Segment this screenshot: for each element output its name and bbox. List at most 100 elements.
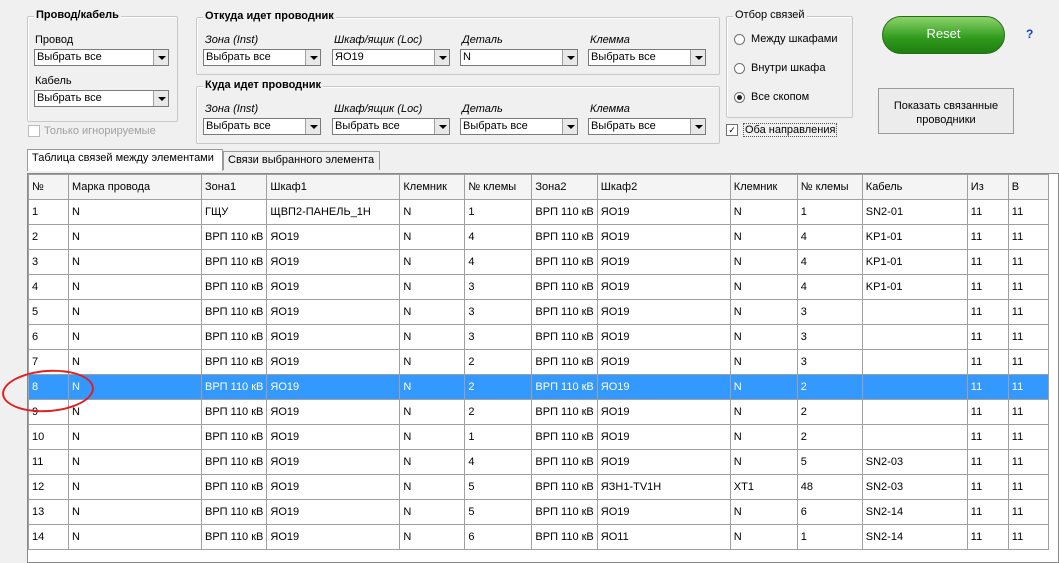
table-cell[interactable]: N xyxy=(729,449,798,475)
table-cell[interactable]: KP1-01 xyxy=(861,274,968,300)
table-cell[interactable]: SN2-03 xyxy=(861,449,968,475)
table-cell[interactable]: 10 xyxy=(28,424,69,450)
table-cell[interactable]: ВРП 110 кВ xyxy=(200,424,268,450)
table-cell[interactable]: 11 xyxy=(1007,524,1049,550)
table-cell[interactable]: ЯО19 xyxy=(596,499,731,525)
table-cell[interactable]: 11 xyxy=(966,249,1009,275)
table-cell[interactable]: ВРП 110 кВ xyxy=(200,299,268,325)
table-cell[interactable]: 11 xyxy=(1007,474,1049,500)
table-cell[interactable]: ЯО19 xyxy=(596,399,731,425)
table-cell[interactable]: 2 xyxy=(796,424,863,450)
reset-button[interactable]: Reset xyxy=(882,16,1005,54)
table-row[interactable]: 10 N ВРП 110 кВ ЯО19 N 1 ВРП 110 кВ ЯО19 N 2 11 11 xyxy=(28,424,1049,450)
table-cell[interactable]: ЯО19 xyxy=(266,524,401,550)
table-cell[interactable]: 2 xyxy=(464,349,533,375)
to-zone-select[interactable]: Выбрать все xyxy=(203,118,321,135)
col-header[interactable]: Зона2 xyxy=(531,174,598,200)
table-cell[interactable]: ВРП 110 кВ xyxy=(531,224,598,250)
table-cell[interactable]: N xyxy=(729,349,798,375)
table-cell[interactable]: N xyxy=(68,249,202,275)
table-cell[interactable]: 5 xyxy=(796,449,863,475)
table-cell[interactable]: ВРП 110 кВ xyxy=(531,399,598,425)
chevron-down-icon[interactable] xyxy=(562,119,577,134)
table-cell[interactable]: ВРП 110 кВ xyxy=(200,224,268,250)
table-cell[interactable]: 2 xyxy=(796,399,863,425)
col-header[interactable]: Из xyxy=(966,174,1009,200)
table-cell[interactable]: 11 xyxy=(1007,399,1049,425)
table-cell[interactable]: ВРП 110 кВ xyxy=(531,449,598,475)
table-cell[interactable]: KP1-01 xyxy=(861,249,968,275)
table-cell[interactable]: 6 xyxy=(464,524,533,550)
table-cell[interactable]: 2 xyxy=(796,374,863,400)
table-cell[interactable]: ЯО19 xyxy=(596,199,731,225)
table-cell[interactable]: ЯО19 xyxy=(266,299,401,325)
table-cell[interactable]: ЯО19 xyxy=(596,224,731,250)
show-linked-button[interactable]: Показать связанные проводники xyxy=(878,88,1014,134)
table-cell[interactable]: 11 xyxy=(966,224,1009,250)
table-cell[interactable]: ЯО19 xyxy=(596,249,731,275)
table-cell[interactable]: ВРП 110 кВ xyxy=(531,374,598,400)
table-cell[interactable]: ЯО19 xyxy=(266,374,401,400)
table-cell[interactable]: ЯО11 xyxy=(596,524,731,550)
table-cell[interactable]: N xyxy=(68,224,202,250)
table-cell[interactable]: ВРП 110 кВ xyxy=(200,524,268,550)
table-cell[interactable]: 11 xyxy=(966,274,1009,300)
table-cell[interactable]: ВРП 110 кВ xyxy=(200,374,268,400)
table-cell[interactable]: 48 xyxy=(796,474,863,500)
table-cell[interactable]: N xyxy=(68,349,202,375)
table-cell[interactable]: N xyxy=(68,299,202,325)
table-cell[interactable]: SN2-14 xyxy=(861,499,968,525)
table-cell[interactable]: N xyxy=(729,199,798,225)
table-cell[interactable]: 4 xyxy=(464,249,533,275)
table-cell[interactable] xyxy=(861,324,968,350)
table-cell[interactable]: N xyxy=(729,499,798,525)
table-cell[interactable]: 5 xyxy=(464,474,533,500)
table-cell[interactable]: 11 xyxy=(1007,299,1049,325)
table-cell[interactable]: ЯО19 xyxy=(266,324,401,350)
table-cell[interactable]: 3 xyxy=(464,324,533,350)
table-cell[interactable]: ЯО19 xyxy=(596,449,731,475)
table-cell[interactable]: 5 xyxy=(28,299,69,325)
table-cell[interactable]: ЯО19 xyxy=(266,449,401,475)
to-cab-select[interactable]: Выбрать все xyxy=(332,118,450,135)
table-cell[interactable]: N xyxy=(729,324,798,350)
table-cell[interactable]: SN2-14 xyxy=(861,524,968,550)
table-cell[interactable]: N xyxy=(399,524,466,550)
table-cell[interactable]: ЯО19 xyxy=(266,399,401,425)
table-cell[interactable]: ВРП 110 кВ xyxy=(200,349,268,375)
table-cell[interactable]: 11 xyxy=(966,349,1009,375)
chevron-down-icon[interactable] xyxy=(690,119,705,134)
table-cell[interactable]: ВРП 110 кВ xyxy=(531,474,598,500)
table-cell[interactable]: 1 xyxy=(28,199,69,225)
table-cell[interactable]: 6 xyxy=(28,324,69,350)
table-cell[interactable]: ЯО19 xyxy=(596,424,731,450)
table-cell[interactable]: ВРП 110 кВ xyxy=(531,499,598,525)
col-header[interactable]: Клемник xyxy=(729,174,798,200)
chevron-down-icon[interactable] xyxy=(434,50,449,65)
col-header[interactable]: Кабель xyxy=(861,174,968,200)
both-directions-checkbox[interactable]: ✓ xyxy=(726,124,738,136)
table-cell[interactable]: 11 xyxy=(1007,224,1049,250)
table-cell[interactable]: N xyxy=(729,249,798,275)
table-cell[interactable]: 11 xyxy=(966,474,1009,500)
table-row[interactable]: 9 N ВРП 110 кВ ЯО19 N 2 ВРП 110 кВ ЯО19 N 2 11 11 xyxy=(28,399,1049,425)
table-cell[interactable]: ВРП 110 кВ xyxy=(200,399,268,425)
table-cell[interactable]: N xyxy=(68,474,202,500)
col-header[interactable]: В xyxy=(1007,174,1049,200)
table-row[interactable]: 8 N ВРП 110 кВ ЯО19 N 2 ВРП 110 кВ ЯО19 N 2 11 11 xyxy=(28,374,1049,400)
chevron-down-icon[interactable] xyxy=(690,50,705,65)
table-cell[interactable]: N xyxy=(399,424,466,450)
table-cell[interactable]: 4 xyxy=(796,249,863,275)
table-cell[interactable]: N xyxy=(399,349,466,375)
col-header[interactable]: Шкаф2 xyxy=(596,174,731,200)
inside-cabinet-radio[interactable] xyxy=(734,63,745,74)
table-cell[interactable]: N xyxy=(729,224,798,250)
table-cell[interactable]: 11 xyxy=(966,424,1009,450)
table-cell[interactable]: SN2-03 xyxy=(861,474,968,500)
table-cell[interactable]: N xyxy=(68,399,202,425)
table-cell[interactable]: 11 xyxy=(966,449,1009,475)
chevron-down-icon[interactable] xyxy=(562,50,577,65)
table-cell[interactable]: 4 xyxy=(28,274,69,300)
table-cell[interactable]: ЩВП2-ПАНЕЛЬ_1Н xyxy=(266,199,401,225)
table-cell[interactable]: ВРП 110 кВ xyxy=(200,474,268,500)
